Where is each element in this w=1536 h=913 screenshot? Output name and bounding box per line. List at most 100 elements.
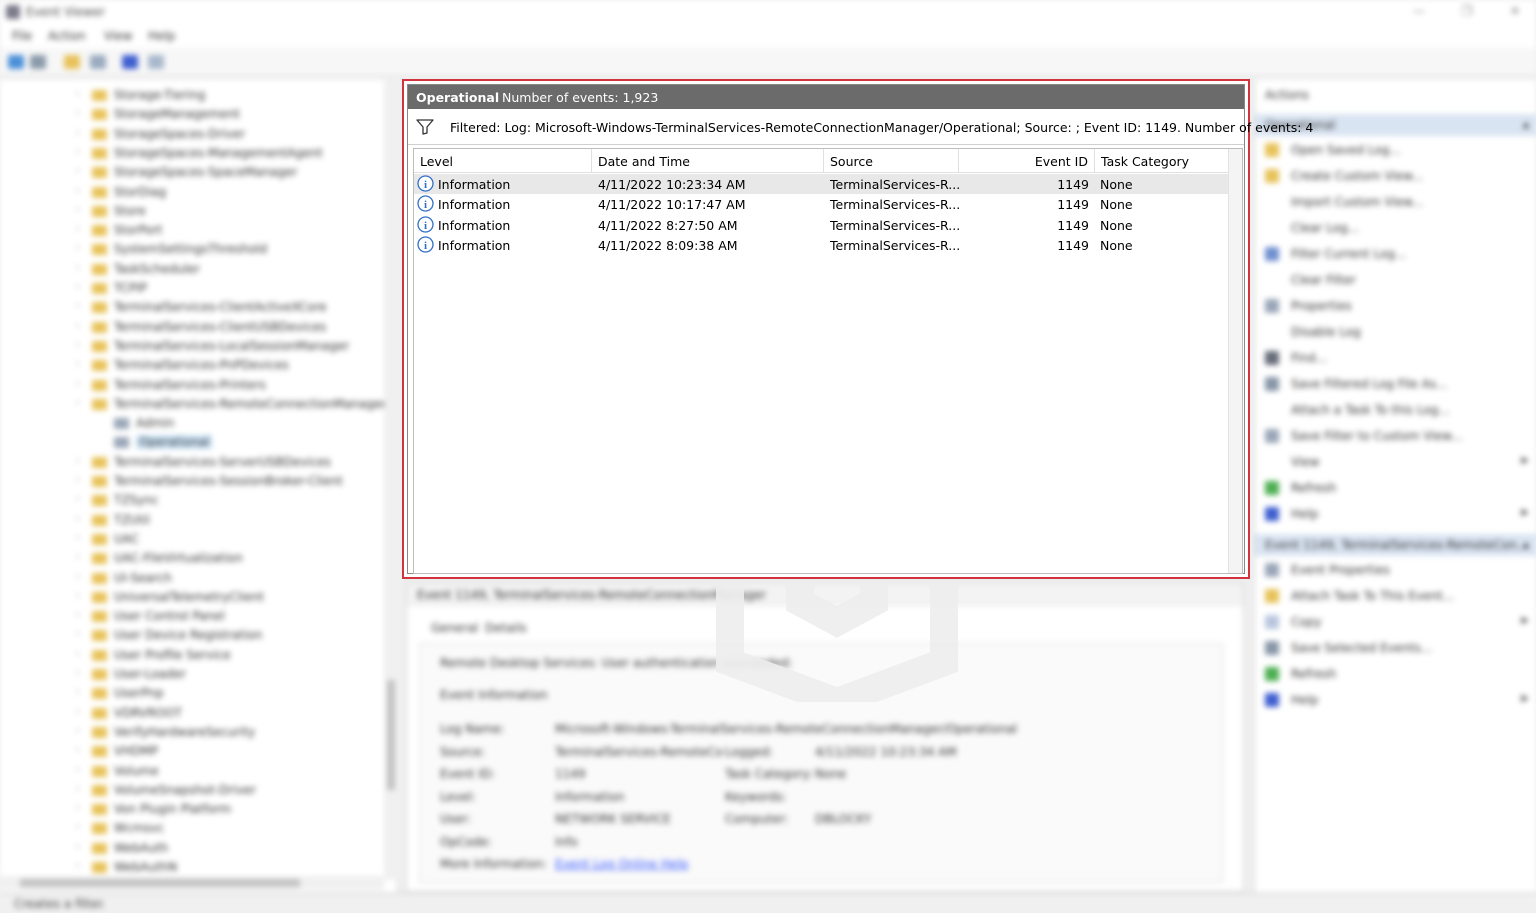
expand-arrow-icon[interactable]: › — [76, 301, 80, 311]
expand-arrow-icon[interactable]: › — [76, 359, 80, 369]
tree-item[interactable]: › UserPnp — [0, 684, 390, 703]
expand-arrow-icon[interactable]: › — [76, 784, 80, 794]
tree-item[interactable]: › User Control Panel — [0, 607, 390, 626]
tree-vertical-scrollbar[interactable] — [384, 80, 398, 880]
action-item[interactable]: Refresh — [1255, 662, 1536, 686]
expand-arrow-icon[interactable]: › — [76, 108, 80, 118]
expand-arrow-icon[interactable]: › — [76, 726, 80, 736]
action-item[interactable]: Find... — [1255, 346, 1536, 370]
expand-arrow-icon[interactable]: › — [76, 379, 80, 389]
event-row[interactable]: i Information 4/11/2022 8:27:50 AM Terminal… — [414, 215, 1230, 235]
expand-arrow-icon[interactable]: › — [76, 668, 80, 678]
tree-item[interactable]: › UAC-FileVirtualization — [0, 549, 390, 568]
tree-item[interactable]: › StorDiag — [0, 183, 390, 202]
menu-file[interactable]: File — [12, 29, 32, 43]
event-row[interactable]: i Information 4/11/2022 10:23:34 AM Termina… — [414, 174, 1230, 194]
tree-item[interactable]: › TCPIP — [0, 279, 390, 298]
expand-arrow-icon[interactable]: › — [76, 456, 80, 466]
tree-item[interactable]: › SystemSettingsThreshold — [0, 240, 390, 259]
column-source[interactable]: Source — [824, 149, 959, 173]
tree-hscroll-thumb[interactable] — [20, 879, 300, 887]
tree-item[interactable]: › TerminalServices-ClientActiveXCore — [0, 298, 390, 317]
tree-item[interactable]: › Volume — [0, 762, 390, 781]
tree-item[interactable]: › StorageSpaces-SpaceManager — [0, 163, 390, 182]
tree-item[interactable]: › VolumeSnapshot-Driver — [0, 781, 390, 800]
expand-arrow-icon[interactable]: › — [76, 321, 80, 331]
expand-arrow-icon[interactable]: › — [76, 803, 80, 813]
event-row[interactable]: i Information 4/11/2022 8:09:38 AM Terminal… — [414, 235, 1230, 255]
tree-item[interactable]: Operational — [0, 433, 390, 452]
tree-item[interactable]: › TerminalServices-Printers — [0, 376, 390, 395]
folder-icon[interactable] — [64, 55, 80, 69]
expand-arrow-icon[interactable]: › — [76, 649, 80, 659]
expand-arrow-icon[interactable]: › — [76, 205, 80, 215]
tab-details[interactable]: Details — [485, 621, 527, 635]
expand-arrow-icon[interactable]: › — [76, 707, 80, 717]
action-item[interactable]: Copy ▶ — [1255, 610, 1536, 634]
action-item[interactable]: Properties — [1255, 294, 1536, 318]
expand-arrow-icon[interactable]: › — [76, 861, 80, 871]
column-level[interactable]: Level — [414, 149, 592, 173]
actions-section-header[interactable]: Event 1149, TerminalServices-RemoteCon..… — [1255, 534, 1536, 556]
tree-item[interactable]: Admin — [0, 414, 390, 433]
properties-icon[interactable] — [148, 55, 164, 69]
action-item[interactable]: Save Selected Events... — [1255, 636, 1536, 660]
minimize-icon[interactable]: — — [1412, 4, 1426, 18]
tree-item[interactable]: › VDRVROOT — [0, 704, 390, 723]
tree-item[interactable]: › User-Loader — [0, 665, 390, 684]
action-item[interactable]: View ▶ — [1255, 450, 1536, 474]
tree-item[interactable]: › TerminalServices-PnPDevices — [0, 356, 390, 375]
action-item[interactable]: Create Custom View... — [1255, 164, 1536, 188]
expand-arrow-icon[interactable]: › — [76, 475, 80, 485]
tree-item[interactable]: › StorageSpaces-Driver — [0, 125, 390, 144]
tree-item[interactable]: › User Device Registration — [0, 626, 390, 645]
close-icon[interactable]: ✕ — [1508, 4, 1522, 18]
back-icon[interactable] — [8, 55, 24, 69]
action-item[interactable]: Help ▶ — [1255, 502, 1536, 526]
expand-arrow-icon[interactable]: › — [76, 572, 80, 582]
maximize-icon[interactable]: ❐ — [1460, 4, 1474, 18]
action-item[interactable]: Import Custom View... — [1255, 190, 1536, 214]
tree-item[interactable]: › VerifyHardwareSecurity — [0, 723, 390, 742]
tree-item[interactable]: › TerminalServices-LocalSessionManager — [0, 337, 390, 356]
expand-arrow-icon[interactable]: › — [76, 263, 80, 273]
expand-arrow-icon[interactable]: › — [76, 822, 80, 832]
menu-action[interactable]: Action — [48, 29, 86, 43]
tree-item[interactable]: › StorageManagement — [0, 105, 390, 124]
expand-arrow-icon[interactable]: › — [76, 282, 80, 292]
action-item[interactable]: Event Properties — [1255, 558, 1536, 582]
expand-arrow-icon[interactable]: › — [76, 147, 80, 157]
action-item[interactable]: Clear Log... — [1255, 216, 1536, 240]
online-help-link[interactable]: Event Log Online Help — [555, 857, 688, 871]
column-date-time[interactable]: Date and Time — [592, 149, 824, 173]
expand-arrow-icon[interactable]: › — [76, 687, 80, 697]
tree-item[interactable]: › TerminalServices-ServerUSBDevices — [0, 453, 390, 472]
expand-arrow-icon[interactable]: › — [76, 533, 80, 543]
action-item[interactable]: Clear Filter — [1255, 268, 1536, 292]
tree-item[interactable]: › WebAuth — [0, 839, 390, 858]
menu-help[interactable]: Help — [148, 29, 175, 43]
help-icon[interactable] — [122, 55, 138, 69]
column-task-category[interactable]: Task Category — [1095, 149, 1230, 173]
event-row[interactable]: i Information 4/11/2022 10:17:47 AM Termina… — [414, 194, 1230, 214]
forward-icon[interactable] — [30, 55, 46, 69]
tree-item[interactable]: › TZUtil — [0, 511, 390, 530]
tree-item[interactable]: › Storage-Tiering — [0, 86, 390, 105]
expand-arrow-icon[interactable]: › — [76, 552, 80, 562]
action-item[interactable]: Help ▶ — [1255, 688, 1536, 712]
tree-item[interactable]: › TerminalServices-SessionBroker-Client — [0, 472, 390, 491]
action-item[interactable]: Save Filtered Log File As... — [1255, 372, 1536, 396]
tree-item[interactable]: › TaskScheduler — [0, 260, 390, 279]
tree-item[interactable]: › Store — [0, 202, 390, 221]
tree-item[interactable]: › TZSync — [0, 491, 390, 510]
expand-arrow-icon[interactable]: › — [76, 224, 80, 234]
action-item[interactable]: Open Saved Log... — [1255, 138, 1536, 162]
action-item[interactable]: Attach Task To This Event... — [1255, 584, 1536, 608]
tree-item[interactable]: › WebAuthN — [0, 858, 390, 877]
tree-scroll-thumb[interactable] — [387, 680, 395, 790]
tree-item[interactable]: › StorPort — [0, 221, 390, 240]
tree-item[interactable]: › User Profile Service — [0, 646, 390, 665]
tree-item[interactable]: › TerminalServices-ClientUSBDevices — [0, 318, 390, 337]
expand-arrow-icon[interactable]: › — [76, 89, 80, 99]
action-item[interactable]: Attach a Task To this Log... — [1255, 398, 1536, 422]
